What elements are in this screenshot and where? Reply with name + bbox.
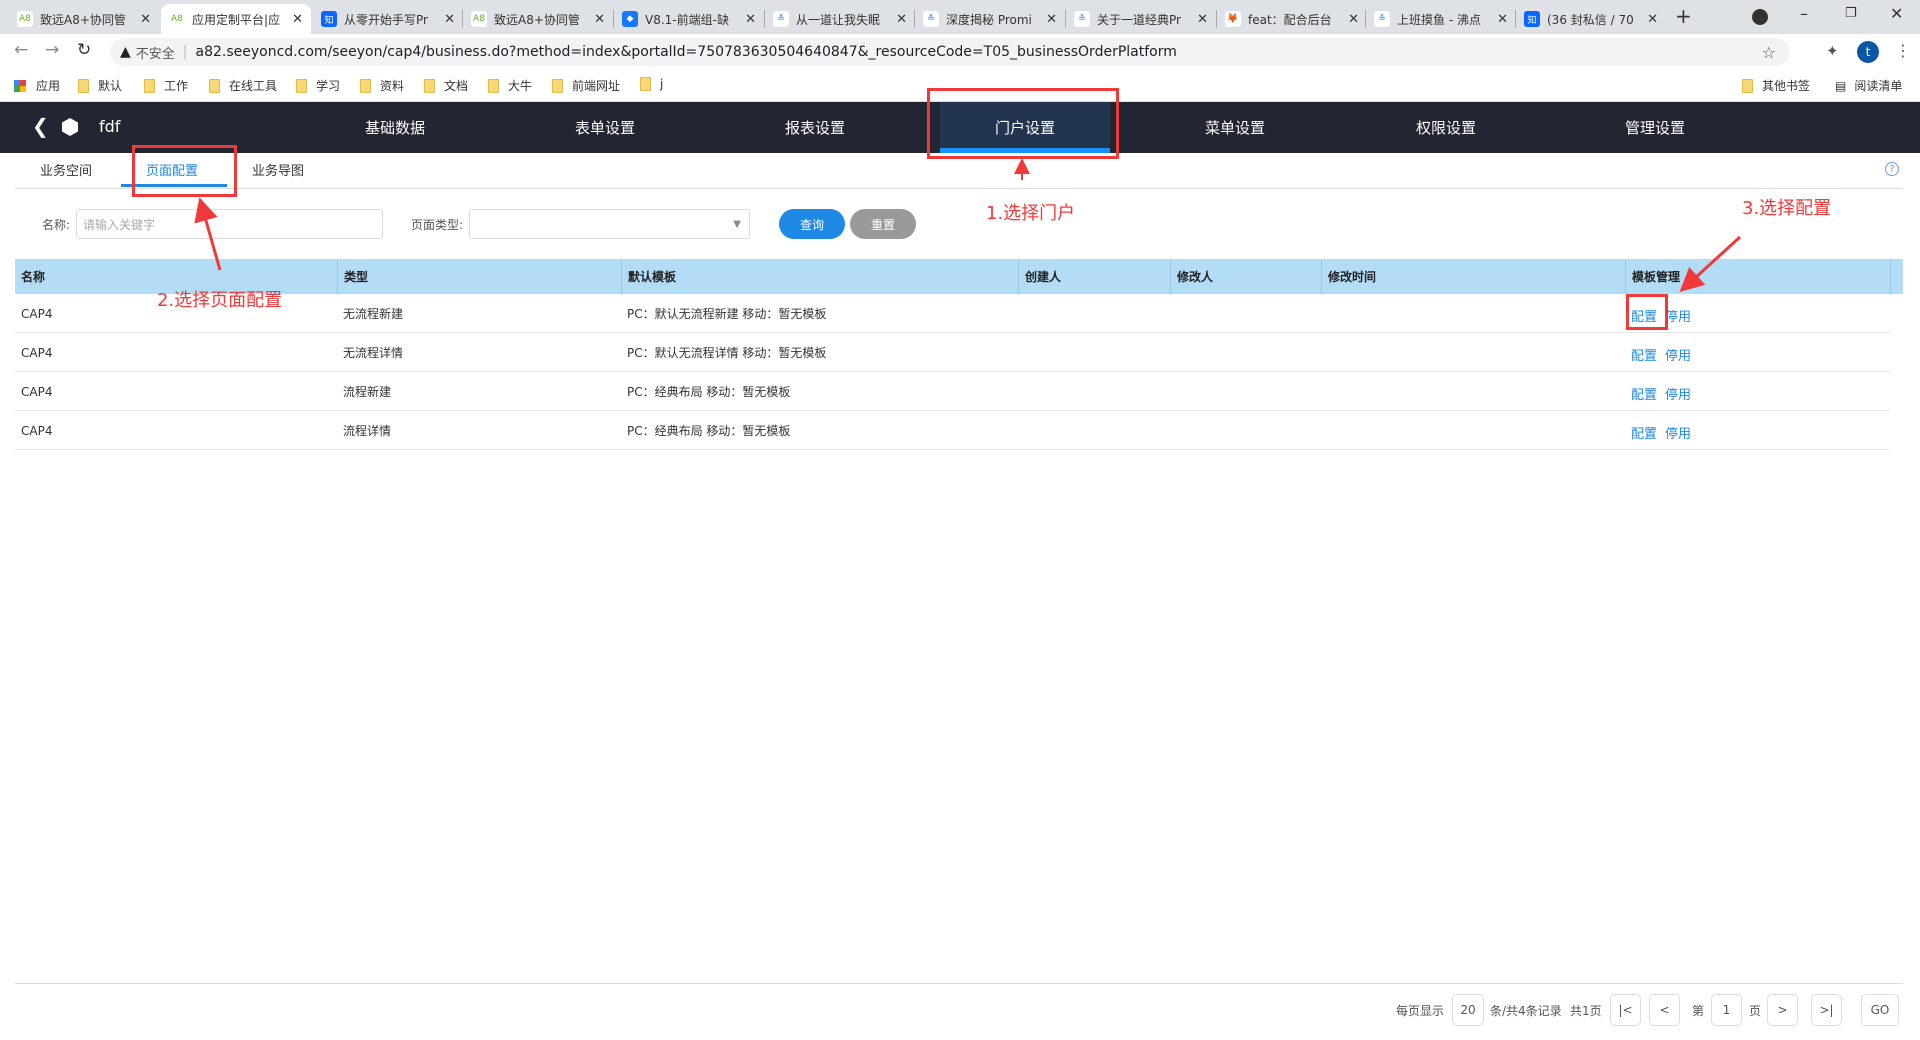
arrow-2 bbox=[194, 197, 222, 271]
arrow-3 bbox=[1679, 235, 1742, 293]
annotation-arrows bbox=[194, 158, 1742, 293]
